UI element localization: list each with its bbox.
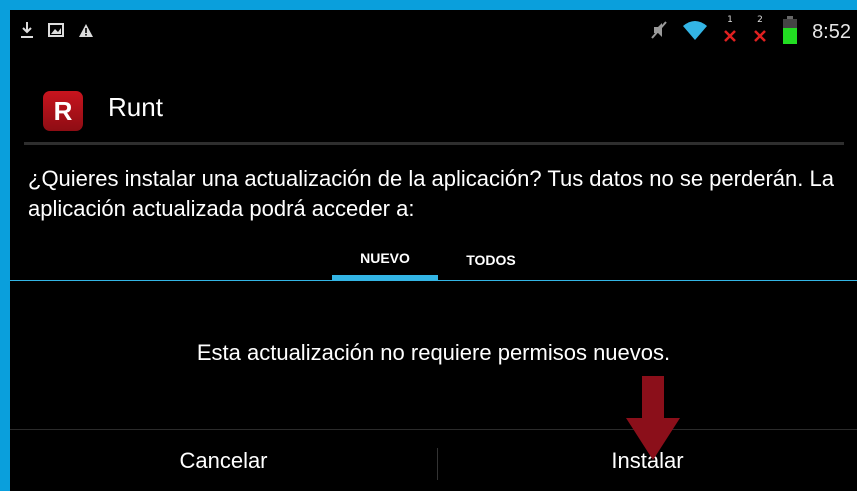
- app-icon: R: [43, 91, 83, 131]
- no-permissions-message: Esta actualización no requiere permisos …: [196, 340, 671, 365]
- download-icon: [20, 21, 34, 43]
- image-icon: [48, 22, 64, 42]
- sim2-label: 2: [757, 15, 763, 25]
- button-bar: Cancelar Instalar: [10, 429, 857, 491]
- app-icon-letter: R: [53, 95, 73, 126]
- status-bar-left: [20, 19, 94, 45]
- install-question: ¿Quieres instalar una actualización de l…: [28, 166, 834, 221]
- tabs-divider: [10, 280, 857, 281]
- warning-icon: [78, 23, 94, 42]
- header-divider: [24, 142, 844, 145]
- sim1-label: 1: [727, 15, 733, 25]
- tab-nuevo[interactable]: NUEVO: [332, 240, 438, 280]
- mute-icon: [650, 20, 668, 44]
- app-title: Runt: [108, 92, 163, 122]
- permission-tabs: NUEVO TODOS: [10, 240, 857, 280]
- wifi-icon: [682, 19, 708, 45]
- signal1-no-service-icon: 1: [722, 15, 738, 47]
- signal2-no-service-icon: 2: [752, 15, 768, 47]
- device-screen: 1 2 8:52 R Runt ¿Quieres instalar una ac…: [10, 10, 857, 491]
- status-bar-right: 1 2 8:52: [650, 15, 851, 48]
- app-header: R Runt: [10, 68, 857, 148]
- tab-todos[interactable]: TODOS: [446, 240, 536, 280]
- status-bar: 1 2 8:52: [10, 10, 857, 54]
- down-arrow-icon: [626, 376, 680, 460]
- battery-icon: [782, 16, 798, 48]
- cancel-button[interactable]: Cancelar: [10, 430, 437, 491]
- status-time: 8:52: [812, 20, 851, 43]
